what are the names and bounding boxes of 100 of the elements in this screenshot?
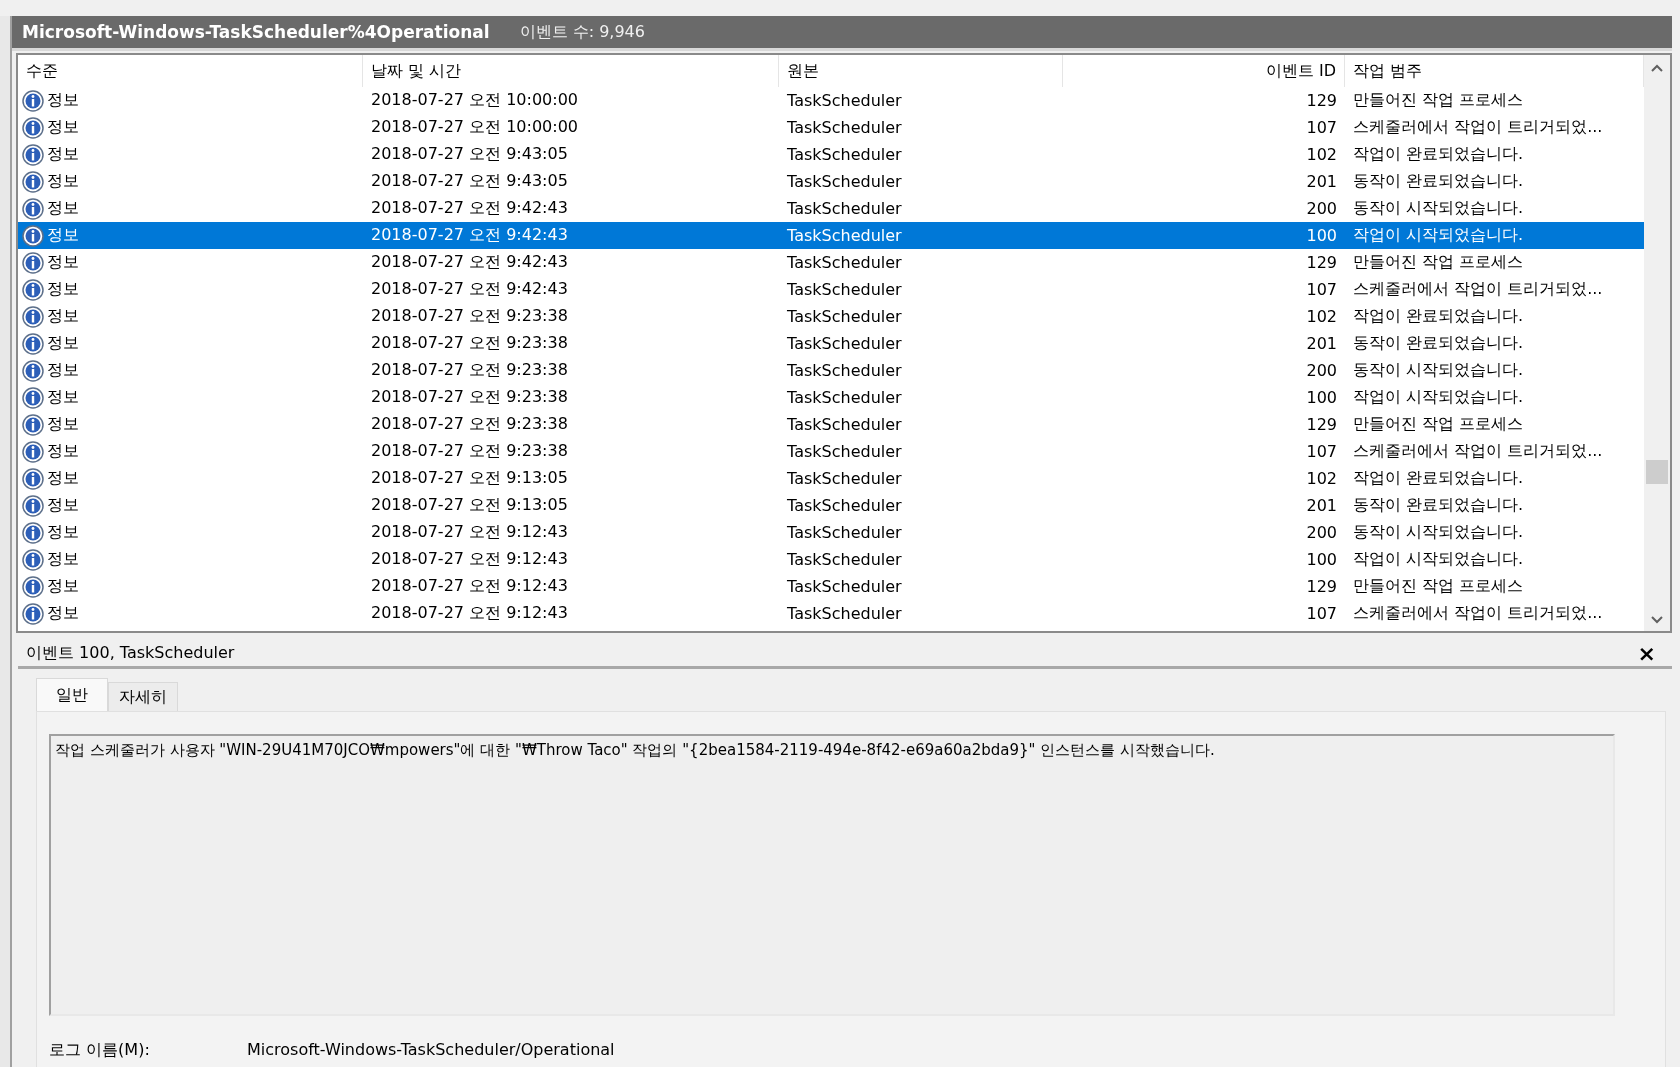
event-row[interactable]: 정보 2018-07-27 오전 9:42:43 TaskScheduler 100 작업이 시작되었습니다. [18, 222, 1644, 249]
info-icon [22, 386, 44, 409]
source-cell-text: TaskScheduler [786, 469, 903, 488]
level-text: 정보 [47, 144, 79, 165]
event-id-cell-text: 200 [1305, 199, 1338, 218]
event-row[interactable]: 정보 2018-07-27 오전 9:42:43 TaskScheduler 129 만들어진 작업 프로세스 [18, 249, 1644, 276]
date-cell-text: 2018-07-27 오전 9:13:05 [370, 495, 569, 516]
level-text: 정보 [47, 306, 79, 327]
event-row[interactable]: 정보 2018-07-27 오전 9:23:38 TaskScheduler 102 작업이 완료되었습니다. [18, 303, 1644, 330]
source-cell-text: TaskScheduler [786, 226, 903, 245]
event-detail-title: 이벤트 100, TaskScheduler [26, 643, 235, 664]
event-row[interactable]: 정보 2018-07-27 오전 9:43:05 TaskScheduler 201 동작이 완료되었습니다. [18, 168, 1644, 195]
level-text: 정보 [47, 441, 79, 462]
level-text: 정보 [47, 333, 79, 354]
date-cell-text: 2018-07-27 오전 9:12:43 [370, 522, 569, 543]
scroll-down-icon[interactable] [1650, 615, 1664, 625]
source-cell-text: TaskScheduler [786, 145, 903, 164]
info-icon [22, 305, 44, 328]
event-row[interactable]: 정보 2018-07-27 오전 9:12:43 TaskScheduler 100 작업이 시작되었습니다. [18, 546, 1644, 573]
date-cell-text: 2018-07-27 오전 9:23:38 [370, 333, 569, 354]
info-icon [22, 575, 44, 598]
source-cell-text: TaskScheduler [786, 172, 903, 191]
category-cell-text: 동작이 시작되었습니다. [1352, 522, 1525, 543]
date-cell-text: 2018-07-27 오전 9:12:43 [370, 576, 569, 597]
event-row[interactable]: 정보 2018-07-27 오전 9:42:43 TaskScheduler 200 동작이 시작되었습니다. [18, 195, 1644, 222]
date-cell-text: 2018-07-27 오전 9:42:43 [370, 198, 569, 219]
event-row[interactable]: 정보 2018-07-27 오전 9:23:38 TaskScheduler 129 만들어진 작업 프로세스 [18, 411, 1644, 438]
info-icon [22, 116, 44, 139]
column-header[interactable]: 원본 [779, 55, 1063, 87]
source-cell-text: TaskScheduler [786, 361, 903, 380]
level-text: 정보 [47, 198, 79, 219]
date-cell-text: 2018-07-27 오전 9:23:38 [370, 414, 569, 435]
info-icon [22, 224, 44, 247]
category-cell-text: 스케줄러에서 작업이 트리거되었... [1352, 117, 1604, 138]
source-cell-text: TaskScheduler [786, 253, 903, 272]
source-cell-text: TaskScheduler [786, 415, 903, 434]
event-row[interactable]: 정보 2018-07-27 오전 10:00:00 TaskScheduler 129 만들어진 작업 프로세스 [18, 87, 1644, 114]
category-cell-text: 동작이 완료되었습니다. [1352, 171, 1525, 192]
event-id-cell-text: 129 [1305, 577, 1338, 596]
event-row[interactable]: 정보 2018-07-27 오전 9:12:43 TaskScheduler 129 만들어진 작업 프로세스 [18, 573, 1644, 600]
date-cell-text: 2018-07-27 오전 9:42:43 [370, 225, 569, 246]
scroll-up-icon[interactable] [1650, 63, 1664, 73]
column-header[interactable]: 날짜 및 시간 [363, 55, 779, 87]
event-id-cell-text: 200 [1305, 361, 1338, 380]
event-id-cell-text: 129 [1305, 91, 1338, 110]
source-cell-text: TaskScheduler [786, 550, 903, 569]
level-text: 정보 [47, 468, 79, 489]
tab[interactable]: 일반 [36, 678, 108, 711]
info-icon [22, 413, 44, 436]
event-row[interactable]: 정보 2018-07-27 오전 10:00:00 TaskScheduler 107 스케줄러에서 작업이 트리거되었... [18, 114, 1644, 141]
category-cell-text: 만들어진 작업 프로세스 [1352, 90, 1525, 111]
event-row[interactable]: 정보 2018-07-27 오전 9:23:38 TaskScheduler 100 작업이 시작되었습니다. [18, 384, 1644, 411]
date-cell-text: 2018-07-27 오전 9:13:05 [370, 468, 569, 489]
log-title: Microsoft-Windows-TaskScheduler%4Operational [22, 22, 490, 42]
event-row[interactable]: 정보 2018-07-27 오전 9:12:43 TaskScheduler 200 동작이 시작되었습니다. [18, 519, 1644, 546]
category-cell-text: 동작이 완료되었습니다. [1352, 333, 1525, 354]
date-cell-text: 2018-07-27 오전 9:23:38 [370, 387, 569, 408]
info-icon [22, 251, 44, 274]
event-row[interactable]: 정보 2018-07-27 오전 9:13:05 TaskScheduler 102 작업이 완료되었습니다. [18, 465, 1644, 492]
level-text: 정보 [47, 522, 79, 543]
scrollbar-thumb[interactable] [1646, 460, 1668, 484]
category-cell-text: 작업이 완료되었습니다. [1352, 144, 1525, 165]
scrollbar[interactable] [1644, 55, 1670, 631]
source-cell-text: TaskScheduler [786, 118, 903, 137]
date-cell-text: 2018-07-27 오전 10:00:00 [370, 117, 579, 138]
source-cell-text: TaskScheduler [786, 91, 903, 110]
event-row[interactable]: 정보 2018-07-27 오전 9:13:05 TaskScheduler 201 동작이 완료되었습니다. [18, 492, 1644, 519]
date-cell-text: 2018-07-27 오전 9:12:43 [370, 549, 569, 570]
info-icon [22, 278, 44, 301]
category-cell-text: 동작이 완료되었습니다. [1352, 495, 1525, 516]
source-cell-text: TaskScheduler [786, 604, 903, 623]
column-header[interactable]: 이벤트 ID [1063, 55, 1345, 87]
column-header[interactable]: 수준 [18, 55, 363, 87]
source-cell-text: TaskScheduler [786, 523, 903, 542]
category-cell-text: 스케줄러에서 작업이 트리거되었... [1352, 279, 1604, 300]
event-id-cell-text: 102 [1305, 145, 1338, 164]
level-text: 정보 [47, 603, 79, 624]
date-cell-text: 2018-07-27 오전 9:23:38 [370, 360, 569, 381]
close-button[interactable]: × [1633, 641, 1660, 666]
event-row[interactable]: 정보 2018-07-27 오전 9:23:38 TaskScheduler 200 동작이 시작되었습니다. [18, 357, 1644, 384]
event-id-cell-text: 102 [1305, 469, 1338, 488]
event-row[interactable]: 정보 2018-07-27 오전 9:12:43 TaskScheduler 107 스케줄러에서 작업이 트리거되었... [18, 600, 1644, 627]
date-cell-text: 2018-07-27 오전 9:12:43 [370, 603, 569, 624]
level-text: 정보 [47, 171, 79, 192]
date-cell-text: 2018-07-27 오전 9:43:05 [370, 171, 569, 192]
event-row[interactable]: 정보 2018-07-27 오전 9:23:38 TaskScheduler 201 동작이 완료되었습니다. [18, 330, 1644, 357]
event-id-cell-text: 201 [1305, 172, 1338, 191]
source-cell-text: TaskScheduler [786, 307, 903, 326]
source-cell-text: TaskScheduler [786, 280, 903, 299]
level-text: 정보 [47, 495, 79, 516]
event-row[interactable]: 정보 2018-07-27 오전 9:43:05 TaskScheduler 102 작업이 완료되었습니다. [18, 141, 1644, 168]
event-row[interactable]: 정보 2018-07-27 오전 9:23:38 TaskScheduler 107 스케줄러에서 작업이 트리거되었... [18, 438, 1644, 465]
tab[interactable]: 자세히 [108, 682, 178, 711]
level-text: 정보 [47, 90, 79, 111]
event-id-cell-text: 107 [1305, 604, 1338, 623]
event-row[interactable]: 정보 2018-07-27 오전 9:42:43 TaskScheduler 107 스케줄러에서 작업이 트리거되었... [18, 276, 1644, 303]
source-cell-text: TaskScheduler [786, 442, 903, 461]
category-cell-text: 동작이 시작되었습니다. [1352, 360, 1525, 381]
event-id-cell-text: 107 [1305, 442, 1338, 461]
event-id-cell-text: 100 [1305, 550, 1338, 569]
